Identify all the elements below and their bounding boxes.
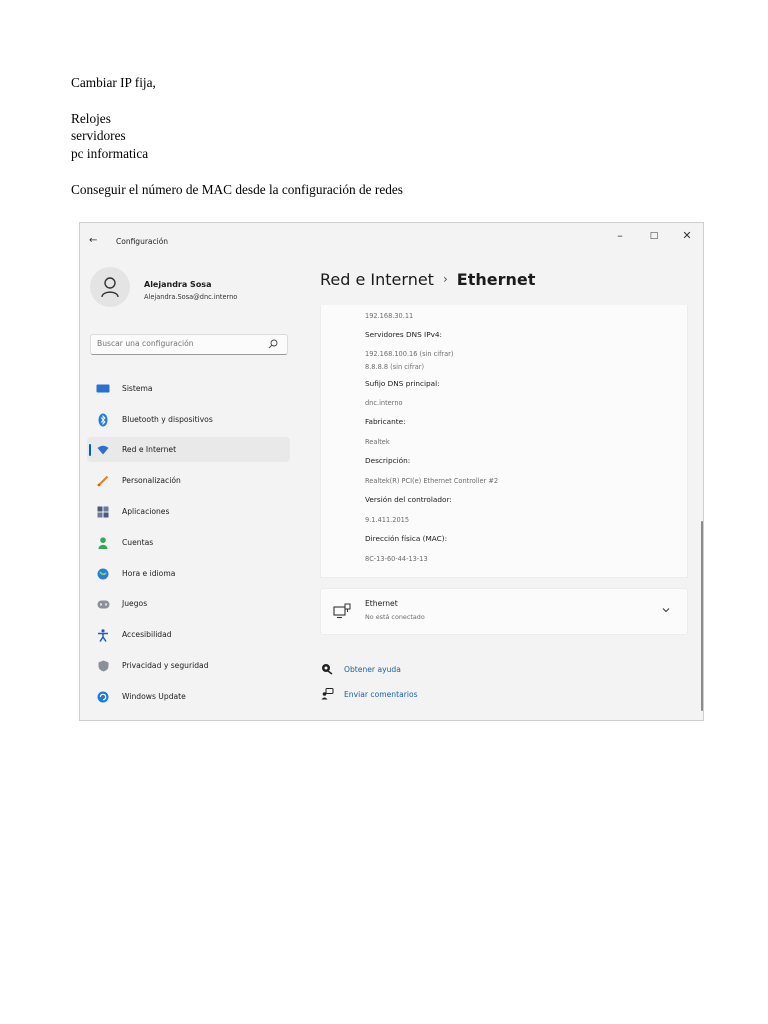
sidebar-item-hora-e-idioma[interactable]: Hora e idioma — [87, 561, 290, 586]
sidebar-item-label: Juegos — [122, 599, 148, 608]
sidebar-item-label: Hora e idioma — [122, 569, 176, 578]
sidebar-item-aplicaciones[interactable]: Aplicaciones — [87, 499, 290, 524]
sidebar-item-red-e-internet[interactable]: Red e Internet — [87, 437, 290, 462]
brush-icon — [96, 474, 110, 488]
back-arrow-icon[interactable]: ← — [89, 235, 97, 246]
settings-window-screenshot: ← Configuración – □ ✕ Alejandra Sosa Ale… — [79, 222, 704, 721]
sidebar-item-juegos[interactable]: Juegos — [87, 591, 290, 616]
accessibility-icon — [96, 628, 110, 642]
get-help-label: Obtener ayuda — [344, 664, 401, 674]
sidebar-item-cuentas[interactable]: Cuentas — [87, 530, 290, 555]
doc-line-servidores: servidores — [71, 128, 126, 143]
sidebar-item-label: Bluetooth y dispositivos — [122, 415, 213, 424]
account-icon — [96, 536, 110, 550]
sidebar-item-bluetooth[interactable]: Bluetooth y dispositivos — [87, 407, 290, 432]
manufacturer-value: Realtek — [365, 438, 390, 446]
sidebar-item-accesibilidad[interactable]: Accesibilidad — [87, 622, 290, 647]
person-icon — [101, 277, 119, 298]
description-label: Descripción: — [365, 456, 411, 465]
selection-indicator — [89, 444, 91, 456]
ethernet-title: Ethernet — [365, 599, 398, 608]
ipv4-address-value: 192.168.30.11 — [365, 312, 414, 320]
system-icon — [96, 382, 110, 396]
gamepad-icon — [96, 597, 110, 611]
driver-version-value: 9.1.411.2015 — [365, 516, 410, 524]
ethernet-status: No está conectado — [365, 613, 425, 621]
sidebar-item-label: Aplicaciones — [122, 507, 170, 516]
breadcrumb-parent[interactable]: Red e Internet — [320, 270, 434, 289]
description-value: Realtek(R) PCI(e) Ethernet Controller #2 — [365, 477, 499, 485]
sidebar-item-label: Privacidad y seguridad — [122, 661, 209, 670]
doc-line-pc-informatica: pc informatica — [71, 146, 149, 161]
wifi-icon — [96, 443, 110, 457]
sidebar-item-sistema[interactable]: Sistema — [87, 376, 290, 401]
apps-icon — [96, 505, 110, 519]
mac-address-value: 8C-13-60-44-13-13 — [365, 555, 428, 563]
dns-server-value-1: 192.168.100.16 (sin cifrar) — [365, 350, 454, 358]
maximize-button[interactable]: □ — [647, 231, 661, 241]
page-title: Ethernet — [456, 270, 536, 289]
sidebar-item-label: Cuentas — [122, 538, 154, 547]
sidebar-item-privacidad[interactable]: Privacidad y seguridad — [87, 653, 290, 678]
dns-server-value-2: 8.8.8.8 (sin cifrar) — [365, 363, 425, 371]
sidebar-item-personalizacion[interactable]: Personalización — [87, 468, 290, 493]
sidebar-item-label: Red e Internet — [122, 445, 177, 454]
dns-suffix-label: Sufijo DNS principal: — [365, 379, 440, 388]
sidebar-item-windows-update[interactable]: Windows Update — [87, 684, 290, 709]
breadcrumb: Red e Internet › Ethernet — [320, 270, 535, 289]
send-feedback-link[interactable]: Enviar comentarios — [320, 687, 418, 701]
manufacturer-label: Fabricante: — [365, 417, 406, 426]
minimize-button[interactable]: – — [613, 229, 627, 242]
get-help-link[interactable]: Obtener ayuda — [320, 662, 401, 676]
mac-address-label: Dirección física (MAC): — [365, 534, 448, 543]
search-icon — [268, 339, 278, 349]
dns-servers-label: Servidores DNS IPv4: — [365, 330, 443, 339]
sidebar-item-label: Accesibilidad — [122, 630, 172, 639]
user-email: Alejandra.Sosa@dnc.interno — [144, 293, 238, 301]
doc-line-mac-instruction: Conseguir el número de MAC desde la conf… — [71, 182, 403, 197]
doc-line-change-ip: Cambiar IP fija, — [71, 75, 156, 90]
bluetooth-icon — [96, 413, 110, 427]
ethernet-properties-card: 192.168.30.11 Servidores DNS IPv4: 192.1… — [320, 305, 688, 578]
send-feedback-label: Enviar comentarios — [344, 689, 418, 699]
ethernet-adapter-card[interactable]: Ethernet No está conectado — [320, 588, 688, 635]
sidebar-item-label: Personalización — [122, 476, 181, 485]
feedback-icon — [320, 687, 334, 701]
update-icon — [96, 690, 110, 704]
shield-icon — [96, 659, 110, 673]
dns-suffix-value: dnc.interno — [365, 399, 403, 407]
ethernet-monitor-icon — [333, 603, 351, 619]
search-input[interactable] — [97, 339, 257, 348]
window-title: Configuración — [116, 237, 169, 246]
driver-version-label: Versión del controlador: — [365, 495, 452, 504]
close-button[interactable]: ✕ — [680, 229, 694, 242]
help-icon — [320, 662, 334, 676]
sidebar-item-label: Sistema — [122, 384, 153, 393]
globe-clock-icon — [96, 567, 110, 581]
doc-line-relojes: Relojes — [71, 111, 111, 126]
breadcrumb-separator: › — [442, 272, 448, 286]
user-name: Alejandra Sosa — [144, 280, 212, 289]
search-box[interactable] — [90, 334, 288, 355]
chevron-down-icon[interactable] — [661, 605, 671, 615]
avatar[interactable] — [90, 267, 130, 307]
sidebar-item-label: Windows Update — [122, 692, 186, 701]
content-scrollbar[interactable] — [701, 521, 703, 711]
